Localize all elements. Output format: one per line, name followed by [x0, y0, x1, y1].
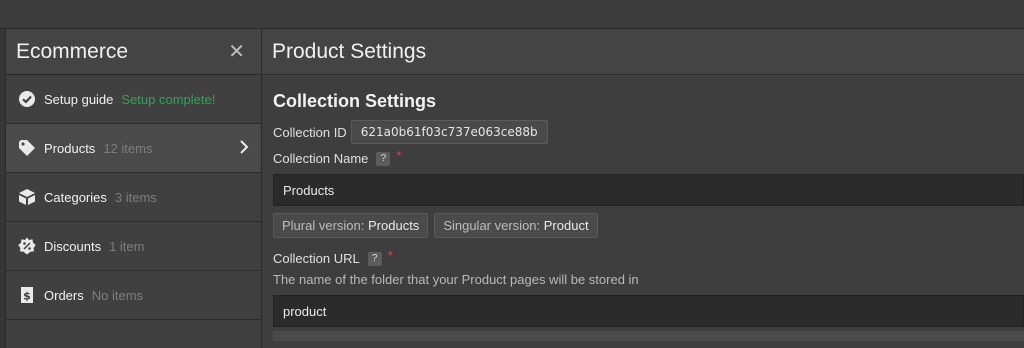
sidebar-item-orders[interactable]: $ Orders No items [6, 271, 261, 320]
sidebar-item-discounts[interactable]: Discounts 1 item [6, 222, 261, 271]
plural-label: Plural version: [282, 218, 365, 233]
name-variants: Plural version: Products Singular versio… [273, 213, 1024, 238]
panel-header: Product Settings [262, 29, 1024, 75]
singular-label: Singular version: [443, 218, 541, 233]
item-count: 1 item [109, 238, 145, 254]
tag-icon [18, 139, 36, 157]
collection-id-value[interactable]: 621a0b61f03c737e063ce88b [350, 120, 548, 144]
collection-url-description: The name of the folder that your Product… [273, 272, 639, 287]
collection-url-input[interactable]: product [273, 295, 1024, 327]
dollar-receipt-icon: $ [18, 286, 36, 304]
sidebar-item-label: Discounts [44, 238, 102, 254]
collection-id-label: Collection ID [273, 124, 347, 140]
page-title: Product Settings [272, 39, 427, 63]
collection-url-label-row: Collection URL ? * [273, 248, 1024, 266]
plural-value: Products [368, 218, 420, 233]
collection-name-label-row: Collection Name ? * [273, 148, 1024, 166]
top-bar [0, 0, 1024, 29]
discount-badge-icon [18, 237, 36, 255]
setup-status: Setup complete! [121, 91, 216, 107]
sidebar-item-label: Setup guide [44, 91, 114, 107]
sidebar-item-label: Products [44, 140, 96, 156]
close-icon[interactable]: ✕ [228, 42, 245, 62]
product-settings-panel: Product Settings Collection Settings Col… [262, 29, 1024, 348]
required-marker: * [396, 148, 402, 163]
collection-name-label: Collection Name [273, 151, 369, 166]
settings-content: Collection Settings Collection ID 621a0b… [262, 75, 1024, 341]
box-icon [18, 188, 36, 206]
item-count: 3 items [114, 189, 157, 205]
sidebar-header: Ecommerce ✕ [6, 29, 261, 75]
sidebar-title: Ecommerce [16, 39, 129, 63]
sidebar-item-setup-guide[interactable]: Setup guide Setup complete! [6, 75, 261, 124]
required-marker: * [387, 248, 393, 263]
help-icon[interactable]: ? [376, 151, 391, 166]
sidebar-item-products[interactable]: Products 12 items [6, 124, 261, 173]
sidebar-item-label: Orders [44, 287, 84, 303]
singular-version-chip: Singular version: Product [434, 213, 598, 238]
item-count: 12 items [103, 140, 153, 156]
help-icon[interactable]: ? [367, 251, 382, 266]
sidebar-item-label: Categories [44, 189, 107, 205]
chevron-right-icon [239, 139, 249, 160]
collection-name-input[interactable]: Products [273, 174, 1024, 206]
collection-id-row: Collection ID 621a0b61f03c737e063ce88b [273, 120, 1024, 144]
singular-value: Product [543, 218, 589, 233]
plural-version-chip: Plural version: Products [273, 213, 429, 238]
collection-url-label: Collection URL [273, 251, 360, 266]
check-circle-icon [18, 90, 36, 108]
section-title: Collection Settings [273, 91, 437, 111]
next-field-edge [273, 331, 1024, 341]
ecommerce-sidebar: Ecommerce ✕ Setup guide Setup complete! … [6, 29, 262, 348]
sidebar-item-categories[interactable]: Categories 3 items [6, 173, 261, 222]
svg-text:$: $ [23, 290, 31, 303]
item-count: No items [91, 287, 144, 303]
